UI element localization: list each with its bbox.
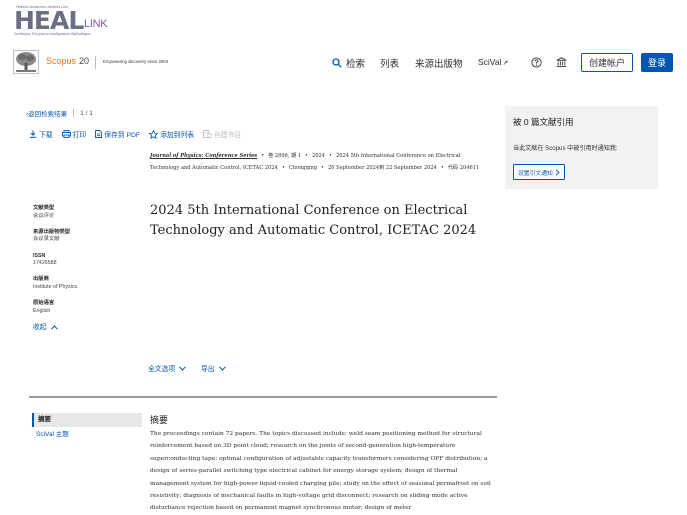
export-label: 导出 bbox=[201, 366, 215, 373]
print-icon bbox=[61, 130, 71, 138]
download-button[interactable]: 下载 bbox=[29, 129, 53, 139]
collapse-label: 收起 bbox=[33, 323, 47, 331]
cited-by-panel: 被 0 篇文献引用 当此文献在 Scopus 中被引用时通知我: 设置引文通知 bbox=[505, 106, 658, 189]
top-header: Scopus 20 Empowering discovery since 2004… bbox=[0, 45, 687, 79]
star-icon bbox=[149, 129, 159, 139]
cited-by-title: 被 0 篇文献引用 bbox=[513, 117, 574, 127]
doc-type-value: 会议评论 bbox=[33, 212, 55, 219]
fulltext-options-label: 全文选项 bbox=[148, 366, 176, 373]
backrow-divider bbox=[73, 109, 75, 117]
create-bibliography-label: 创建书目 bbox=[214, 132, 242, 139]
section-divider bbox=[29, 396, 497, 398]
section-nav: 摘要 SciVal 主题 bbox=[32, 413, 142, 442]
doc-type-label: 文献类型 bbox=[33, 205, 55, 211]
search-icon bbox=[332, 58, 342, 68]
section-nav-scival-topics[interactable]: SciVal 主题 bbox=[32, 428, 142, 442]
create-account-button[interactable]: 创建帐户 bbox=[581, 53, 633, 72]
document-title: 2024 5th International Conference on Ele… bbox=[150, 203, 477, 238]
nav-sources-link[interactable]: 来源出版物 bbox=[415, 56, 463, 70]
source-type-value: 会议录文献 bbox=[33, 236, 60, 243]
conference-dates: 20 September 2024到 22 September 2024 bbox=[328, 164, 437, 171]
collapse-button[interactable]: 收起 bbox=[33, 324, 143, 332]
issn-label: ISSN bbox=[33, 252, 46, 259]
document-info-panel: 文献类型 会议评论 来源出版物类型 会议录文献 ISSN 17426588 出版… bbox=[33, 205, 143, 332]
create-bibliography-button[interactable]: 创建书目 bbox=[203, 129, 241, 139]
meta-separator: • bbox=[305, 153, 309, 159]
back-to-results-link[interactable]: ‹返回检索结果 bbox=[26, 108, 67, 118]
back-to-results-label: 返回检索结果 bbox=[28, 111, 68, 118]
chevron-up-icon bbox=[50, 325, 58, 330]
abstract-text: The proceedings contain 72 papers. The t… bbox=[150, 431, 491, 512]
publication-year: 2024 bbox=[312, 153, 326, 159]
nav-scival-link[interactable]: SciVal↗ bbox=[478, 57, 508, 67]
back-pagination-row: ‹返回检索结果 1 / 1 bbox=[26, 108, 93, 118]
save-pdf-label: 保存到 PDF bbox=[104, 132, 141, 139]
set-citation-alert-button[interactable]: 设置引文通知 bbox=[513, 164, 565, 180]
abstract-heading: 摘要 bbox=[150, 415, 169, 425]
publisher-value: Institute of Physics bbox=[33, 283, 78, 290]
document-source-info: Journal of Physics: Conference Series • 卷 … bbox=[150, 151, 480, 174]
nav-list-link[interactable]: 列表 bbox=[380, 56, 399, 70]
heal-link-logo[interactable]: Hellenic Academic Libraries Link HEAL LI… bbox=[14, 5, 118, 36]
meta-separator: • bbox=[281, 164, 285, 171]
elsevier-tree-icon bbox=[13, 50, 39, 74]
export-dropdown[interactable]: 导出 bbox=[201, 363, 226, 373]
heal-link-subline: Σύνδεσμος Ελληνικών Ακαδημαϊκών Βιβλιοθη… bbox=[14, 32, 92, 36]
meta-separator: • bbox=[261, 153, 265, 159]
header-divider bbox=[95, 56, 96, 69]
download-label: 下载 bbox=[39, 132, 53, 139]
page-slash: / bbox=[85, 109, 88, 117]
print-button[interactable]: 打印 bbox=[61, 129, 87, 139]
meta-separator: • bbox=[321, 164, 325, 171]
add-to-list-button[interactable]: 添加到列表 bbox=[149, 129, 194, 139]
nav-scival-label: SciVal bbox=[478, 57, 502, 67]
login-button[interactable]: 登录 bbox=[641, 53, 673, 72]
volume-issue: 卷 2896, 期 1 bbox=[268, 153, 302, 159]
chevron-down-icon bbox=[179, 365, 186, 371]
page-current: 1 bbox=[80, 109, 84, 117]
institution-icon[interactable] bbox=[556, 57, 567, 68]
conference-code-label: 代码 bbox=[447, 164, 459, 171]
print-label: 打印 bbox=[72, 132, 87, 139]
add-to-list-label: 添加到列表 bbox=[160, 132, 195, 139]
scopus-tagline: Empowering discovery since 2004 bbox=[103, 59, 169, 64]
language-label: 原始语言 bbox=[33, 300, 55, 307]
heal-link-logo-suffix: LINK bbox=[84, 18, 108, 30]
chevron-down-icon bbox=[218, 365, 226, 371]
cited-by-description: 当此文献在 Scopus 中被引用时通知我: bbox=[513, 145, 618, 152]
nav-search-link[interactable]: 检索 bbox=[332, 56, 365, 70]
heal-link-logo-word: HEAL bbox=[14, 6, 84, 35]
publisher-label: 出版商 bbox=[33, 276, 49, 283]
conference-location: Chongqing bbox=[288, 164, 318, 171]
scopus-version: 20 bbox=[79, 56, 90, 66]
external-link-icon: ↗ bbox=[502, 60, 509, 67]
scopus-logo[interactable]: Scopus 20 bbox=[46, 56, 89, 66]
pdf-file-icon bbox=[95, 130, 103, 138]
pagination: 1 / 1 bbox=[80, 110, 93, 117]
download-icon bbox=[29, 130, 37, 138]
language-value: English bbox=[33, 307, 51, 314]
document-toolbar: 下载 打印 保存到 PDF 添加到列表 创建书目 bbox=[29, 129, 250, 139]
chevron-right-icon bbox=[555, 168, 560, 176]
bibliography-icon bbox=[203, 130, 212, 138]
section-nav-abstract[interactable]: 摘要 bbox=[32, 413, 142, 427]
save-pdf-button[interactable]: 保存到 PDF bbox=[95, 129, 140, 139]
fulltext-options-dropdown[interactable]: 全文选项 bbox=[148, 363, 186, 373]
scopus-logo-text: Scopus bbox=[46, 56, 77, 66]
meta-separator: • bbox=[329, 153, 333, 159]
help-icon[interactable] bbox=[531, 57, 542, 68]
page-total: 1 bbox=[89, 109, 93, 117]
conference-code: 204611 bbox=[459, 164, 480, 171]
meta-separator: • bbox=[440, 164, 444, 171]
issn-value: 17426588 bbox=[33, 260, 57, 267]
journal-link[interactable]: Journal of Physics: Conference Series bbox=[150, 153, 257, 159]
nav-search-label: 检索 bbox=[346, 59, 366, 70]
set-citation-alert-label: 设置引文通知 bbox=[518, 170, 553, 177]
